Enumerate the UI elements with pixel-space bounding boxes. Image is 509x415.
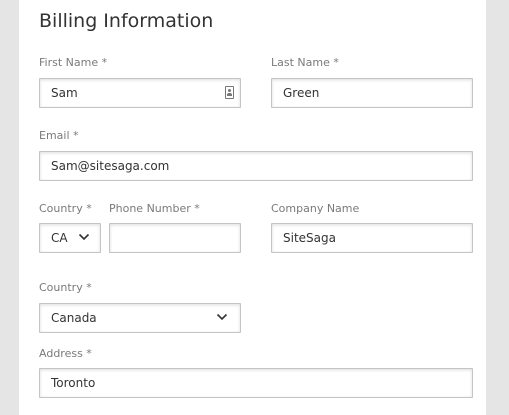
last-name-value: Green <box>283 86 320 100</box>
country-code-select[interactable]: CA <box>39 223 101 253</box>
chevron-down-icon <box>216 313 228 321</box>
company-input[interactable]: SiteSaga <box>271 223 473 253</box>
company-value: SiteSaga <box>283 231 336 245</box>
country-select[interactable]: Canada <box>39 303 241 333</box>
country-label: Country * <box>39 281 92 294</box>
contact-card-icon[interactable] <box>225 86 234 99</box>
form-title: Billing Information <box>39 10 214 32</box>
email-input[interactable]: Sam@sitesaga.com <box>39 151 473 181</box>
address-label: Address * <box>39 347 92 360</box>
chevron-down-icon <box>78 233 90 241</box>
address-input[interactable]: Toronto <box>39 368 473 398</box>
company-label: Company Name <box>271 202 360 215</box>
first-name-label: First Name * <box>39 56 108 69</box>
email-value: Sam@sitesaga.com <box>51 159 170 173</box>
first-name-value: Sam <box>51 86 78 100</box>
billing-form-card: Billing Information First Name * Sam Las… <box>19 0 486 415</box>
email-label: Email * <box>39 129 79 142</box>
country-value: Canada <box>51 311 97 325</box>
country-code-value: CA <box>51 231 68 245</box>
phone-input[interactable] <box>109 223 241 253</box>
last-name-input[interactable]: Green <box>271 78 473 108</box>
last-name-label: Last Name * <box>271 56 339 69</box>
address-value: Toronto <box>51 376 96 390</box>
phone-label: Phone Number * <box>109 202 200 215</box>
country-code-label: Country * <box>39 202 92 215</box>
first-name-input[interactable]: Sam <box>39 78 241 108</box>
